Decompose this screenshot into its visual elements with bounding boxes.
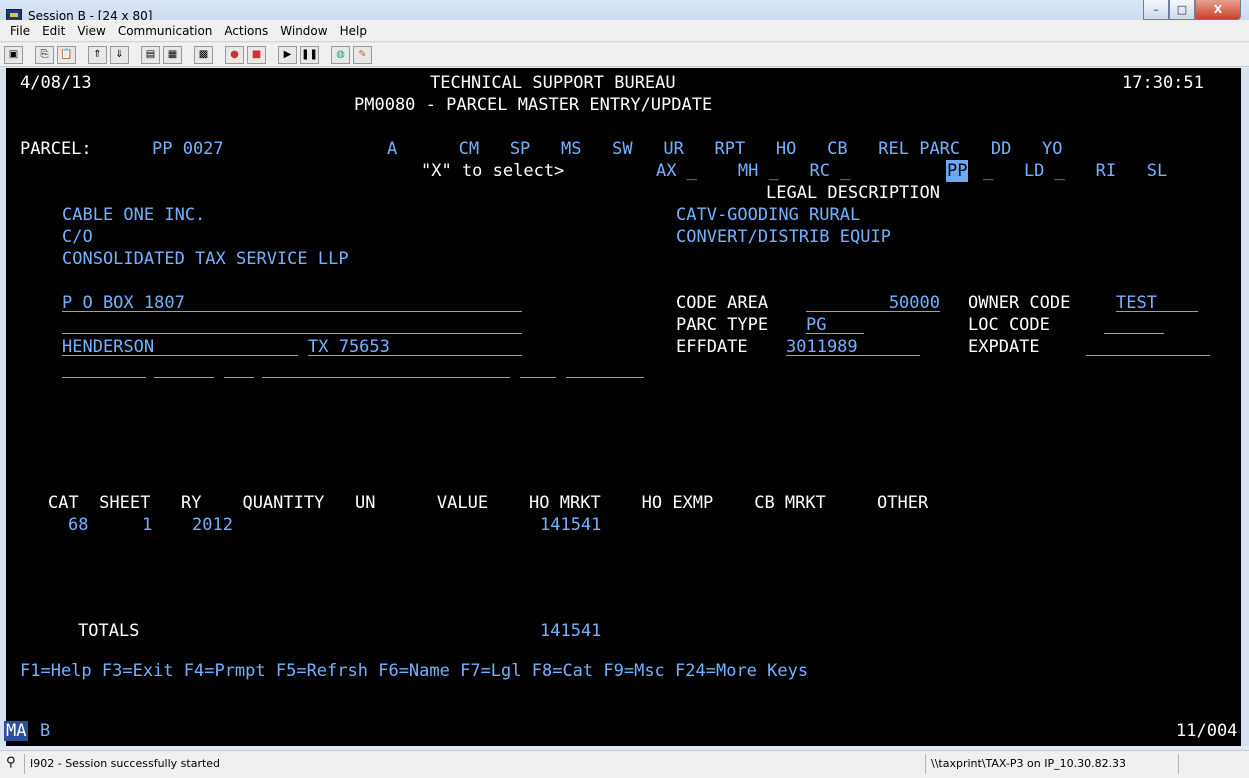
- owner-name-line1[interactable]: CABLE ONE INC.: [62, 204, 205, 226]
- code-area-label: CODE AREA: [676, 293, 769, 313]
- receive-icon[interactable]: ⇓: [110, 45, 129, 64]
- parc-type-label: PARC TYPE: [676, 315, 769, 335]
- totals-label: TOTALS: [78, 621, 140, 641]
- address-line1-field[interactable]: P O BOX 1807: [62, 292, 522, 313]
- effdate-label: EFFDATE: [676, 337, 748, 357]
- status-message: I902 - Session successfully started: [30, 757, 221, 770]
- legal-description-header: LEGAL DESCRIPTION: [766, 183, 940, 203]
- keypad-icon[interactable]: ▦: [163, 45, 182, 64]
- effdate-field[interactable]: 3011989: [786, 336, 920, 357]
- pause-icon[interactable]: ❚❚: [300, 45, 319, 64]
- minimize-button[interactable]: –: [1143, 0, 1169, 20]
- printer-status: \\taxprint\TAX-P3 on IP_10.30.82.33: [931, 757, 1127, 770]
- display-icon[interactable]: ▤: [141, 45, 160, 64]
- extra-field-3[interactable]: [224, 358, 254, 378]
- extra-field-5[interactable]: [520, 358, 556, 378]
- macro-icon[interactable]: ▩: [194, 45, 213, 64]
- terminal-screen[interactable]: 4/08/13 TECHNICAL SUPPORT BUREAU 17:30:5…: [0, 68, 1249, 718]
- row-value: 141541: [540, 515, 602, 535]
- code-area-field[interactable]: 50000: [806, 292, 940, 313]
- status-bar: ⚲ I902 - Session successfully started \\…: [0, 750, 1249, 778]
- expdate-field[interactable]: [1086, 336, 1210, 356]
- close-button[interactable]: X: [1195, 0, 1241, 20]
- menu-edit[interactable]: Edit: [36, 24, 71, 38]
- play-icon[interactable]: ▶: [278, 45, 297, 64]
- select-pp-field[interactable]: PP: [946, 160, 969, 182]
- state-zip-field[interactable]: TX 75653: [308, 336, 522, 357]
- copy-icon[interactable]: ⎘: [35, 45, 54, 64]
- screen-org-title: TECHNICAL SUPPORT BUREAU: [430, 73, 676, 93]
- screen-time: 17:30:51: [1122, 73, 1204, 93]
- menu-view[interactable]: View: [71, 24, 111, 38]
- menu-communication[interactable]: Communication: [112, 24, 219, 38]
- loc-code-label: LOC CODE: [968, 315, 1050, 335]
- function-keys: F1=Help F3=Exit F4=Prmpt F5=Refrsh F6=Na…: [20, 661, 809, 681]
- edit-icon[interactable]: ✎: [353, 45, 372, 64]
- select-row[interactable]: AX _ MH _ RC _: [656, 160, 850, 182]
- parcel-value[interactable]: PP 0027: [152, 138, 224, 160]
- menu-help[interactable]: Help: [334, 24, 373, 38]
- owner-code-label: OWNER CODE: [968, 293, 1071, 313]
- menu-actions[interactable]: Actions: [218, 24, 274, 38]
- record-icon[interactable]: ●: [225, 45, 244, 64]
- row-cat: 68: [68, 515, 89, 535]
- select-label: "X" to select>: [421, 161, 565, 181]
- owner-code-field[interactable]: TEST: [1116, 292, 1198, 313]
- flags-row: A CM SP MS SW UR RPT HO CB REL PARC DD Y…: [387, 139, 1063, 159]
- owner-name-line3[interactable]: CONSOLIDATED TAX SERVICE LLP: [62, 248, 349, 270]
- extra-field-4[interactable]: [262, 358, 510, 378]
- menu-file[interactable]: File: [4, 24, 36, 38]
- menu-bar: File Edit View Communication Actions Win…: [0, 20, 1249, 42]
- stop-icon[interactable]: ■: [247, 45, 266, 64]
- window-controls: – □ X: [1143, 0, 1241, 22]
- oia-cursor-position: 11/004: [1176, 721, 1238, 741]
- extra-field-1[interactable]: [62, 358, 146, 378]
- table-header: CAT SHEET RY QUANTITY UN VALUE HO MRKT H…: [48, 493, 929, 513]
- loc-code-field[interactable]: [1104, 314, 1164, 334]
- expdate-label: EXPDATE: [968, 337, 1040, 357]
- screen-date: 4/08/13: [20, 73, 92, 93]
- oia-session: B: [40, 721, 51, 741]
- extra-field-2[interactable]: [154, 358, 214, 378]
- operator-info-area: MA B 11/004: [0, 718, 1249, 746]
- maximize-button[interactable]: □: [1169, 0, 1195, 20]
- legal-line2[interactable]: CONVERT/DISTRIB EQUIP: [676, 226, 891, 248]
- owner-name-line2[interactable]: C/O: [62, 226, 93, 248]
- address-line2-field[interactable]: [62, 314, 522, 334]
- parc-type-field[interactable]: PG: [806, 314, 864, 335]
- paste-icon[interactable]: 📋: [57, 45, 76, 64]
- screen-subtitle: PM0080 - PARCEL MASTER ENTRY/UPDATE: [354, 95, 713, 115]
- row-ry: 2012: [192, 515, 233, 535]
- print-screen-icon[interactable]: ▣: [4, 45, 23, 64]
- globe-icon[interactable]: ◍: [331, 45, 350, 64]
- toolbar: ▣ ⎘ 📋 ⇑ ⇓ ▤ ▦ ▩ ● ■ ▶ ❚❚ ◍ ✎: [0, 43, 1249, 67]
- city-field[interactable]: HENDERSON: [62, 336, 298, 357]
- totals-value: 141541: [540, 621, 602, 641]
- extra-field-6[interactable]: [566, 358, 644, 378]
- row-sheet: 1: [142, 515, 153, 535]
- menu-window[interactable]: Window: [274, 24, 333, 38]
- oia-mode: MA: [4, 721, 29, 741]
- parcel-label: PARCEL:: [20, 139, 92, 159]
- connection-icon: ⚲: [6, 755, 16, 770]
- send-icon[interactable]: ⇑: [88, 45, 107, 64]
- legal-line1[interactable]: CATV-GOODING RURAL: [676, 204, 860, 226]
- select-row2[interactable]: _ LD _ RI SL: [983, 160, 1167, 182]
